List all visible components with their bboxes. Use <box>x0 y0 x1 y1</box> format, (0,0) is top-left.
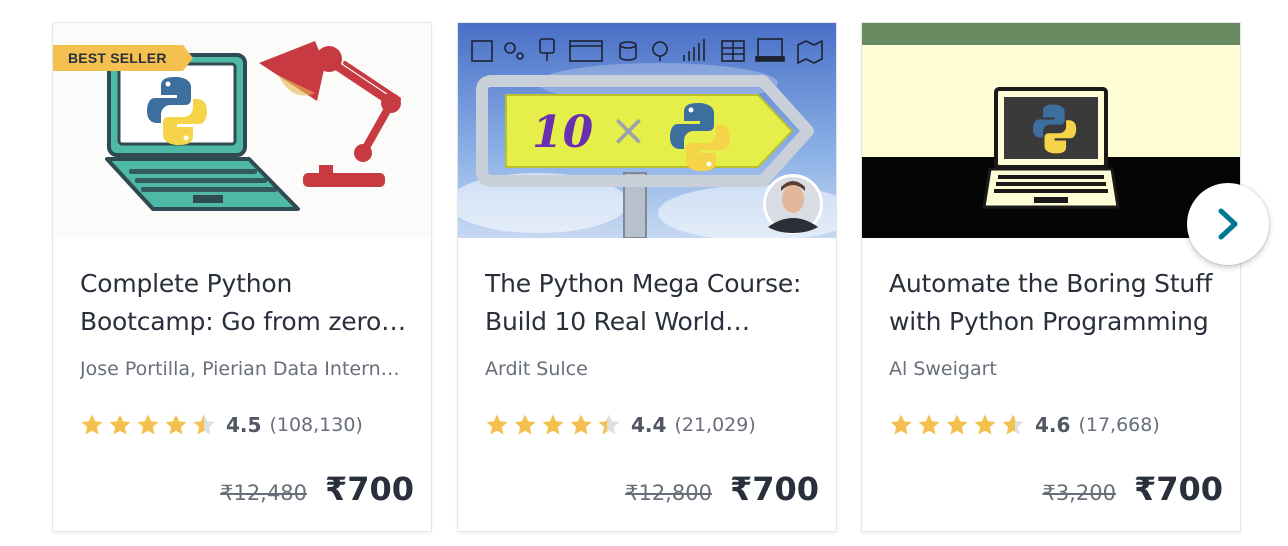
star-icon <box>598 414 620 435</box>
star-icon <box>542 414 564 435</box>
rating-value: 4.4 <box>631 413 667 437</box>
course-title[interactable]: Complete Python Bootcamp: Go from zero… <box>80 265 415 341</box>
original-price: ₹12,480 <box>220 481 307 505</box>
course-thumbnail[interactable] <box>862 23 1240 238</box>
course-author: Al Sweigart <box>889 358 997 380</box>
course-title-line: Automate the Boring Stuff <box>889 269 1213 298</box>
discount-price: ₹700 <box>324 470 414 508</box>
star-icon <box>165 414 187 435</box>
star-rating <box>889 413 1025 437</box>
star-icon <box>486 414 508 435</box>
rating-value: 4.6 <box>1035 413 1071 437</box>
thumbnail-sign-symbol: × <box>610 105 647 156</box>
review-count: (17,668) <box>1078 414 1160 436</box>
star-icon <box>81 414 103 435</box>
course-thumbnail[interactable]: BEST SELLER <box>53 23 431 238</box>
chevron-right-icon <box>1218 208 1238 240</box>
star-rating <box>485 413 621 437</box>
carousel-next-button[interactable] <box>1187 183 1269 265</box>
course-card[interactable]: 10 × The Python Mega Course: Build 10 Re… <box>458 23 836 531</box>
course-title-line: Complete Python <box>80 269 293 298</box>
original-price: ₹12,800 <box>625 481 712 505</box>
course-rating: 4.5 (108,130) <box>80 410 363 440</box>
discount-price: ₹700 <box>1133 470 1223 508</box>
course-thumbnail[interactable]: 10 × <box>458 23 836 238</box>
star-icon <box>109 414 131 435</box>
star-icon <box>918 414 940 435</box>
course-title-line: Bootcamp: Go from zero… <box>80 307 406 336</box>
course-title[interactable]: Automate the Boring Stuff with Python Pr… <box>889 265 1224 341</box>
course-card[interactable]: BEST SELLER Complete Python Bootcamp: Go… <box>53 23 431 531</box>
star-icon <box>890 414 912 435</box>
star-icon <box>514 414 536 435</box>
star-icon <box>1002 414 1024 435</box>
course-rating: 4.6 (17,668) <box>889 410 1160 440</box>
star-icon <box>974 414 996 435</box>
course-card[interactable]: Automate the Boring Stuff with Python Pr… <box>862 23 1240 531</box>
star-icon <box>137 414 159 435</box>
star-icon <box>570 414 592 435</box>
rating-value: 4.5 <box>226 413 262 437</box>
course-author: Ardit Sulce <box>485 358 588 380</box>
course-rating: 4.4 (21,029) <box>485 410 756 440</box>
course-prices: ₹3,200 ₹700 <box>1042 470 1223 508</box>
original-price: ₹3,200 <box>1042 481 1116 505</box>
course-title-line: The Python Mega Course: <box>485 269 802 298</box>
course-prices: ₹12,480 ₹700 <box>220 470 414 508</box>
course-title-line: Build 10 Real World… <box>485 307 750 336</box>
star-rating <box>80 413 216 437</box>
course-title-line: with Python Programming <box>889 307 1209 336</box>
bestseller-badge: BEST SELLER <box>53 45 193 71</box>
star-icon <box>946 414 968 435</box>
course-prices: ₹12,800 ₹700 <box>625 470 819 508</box>
star-icon <box>193 414 215 435</box>
review-count: (21,029) <box>674 414 756 436</box>
instructor-avatar <box>763 174 823 234</box>
course-author: Jose Portilla, Pierian Data Intern… <box>80 358 400 380</box>
thumbnail-sign-number: 10 <box>532 107 594 158</box>
review-count: (108,130) <box>269 414 363 436</box>
course-title[interactable]: The Python Mega Course: Build 10 Real Wo… <box>485 265 820 341</box>
discount-price: ₹700 <box>729 470 819 508</box>
